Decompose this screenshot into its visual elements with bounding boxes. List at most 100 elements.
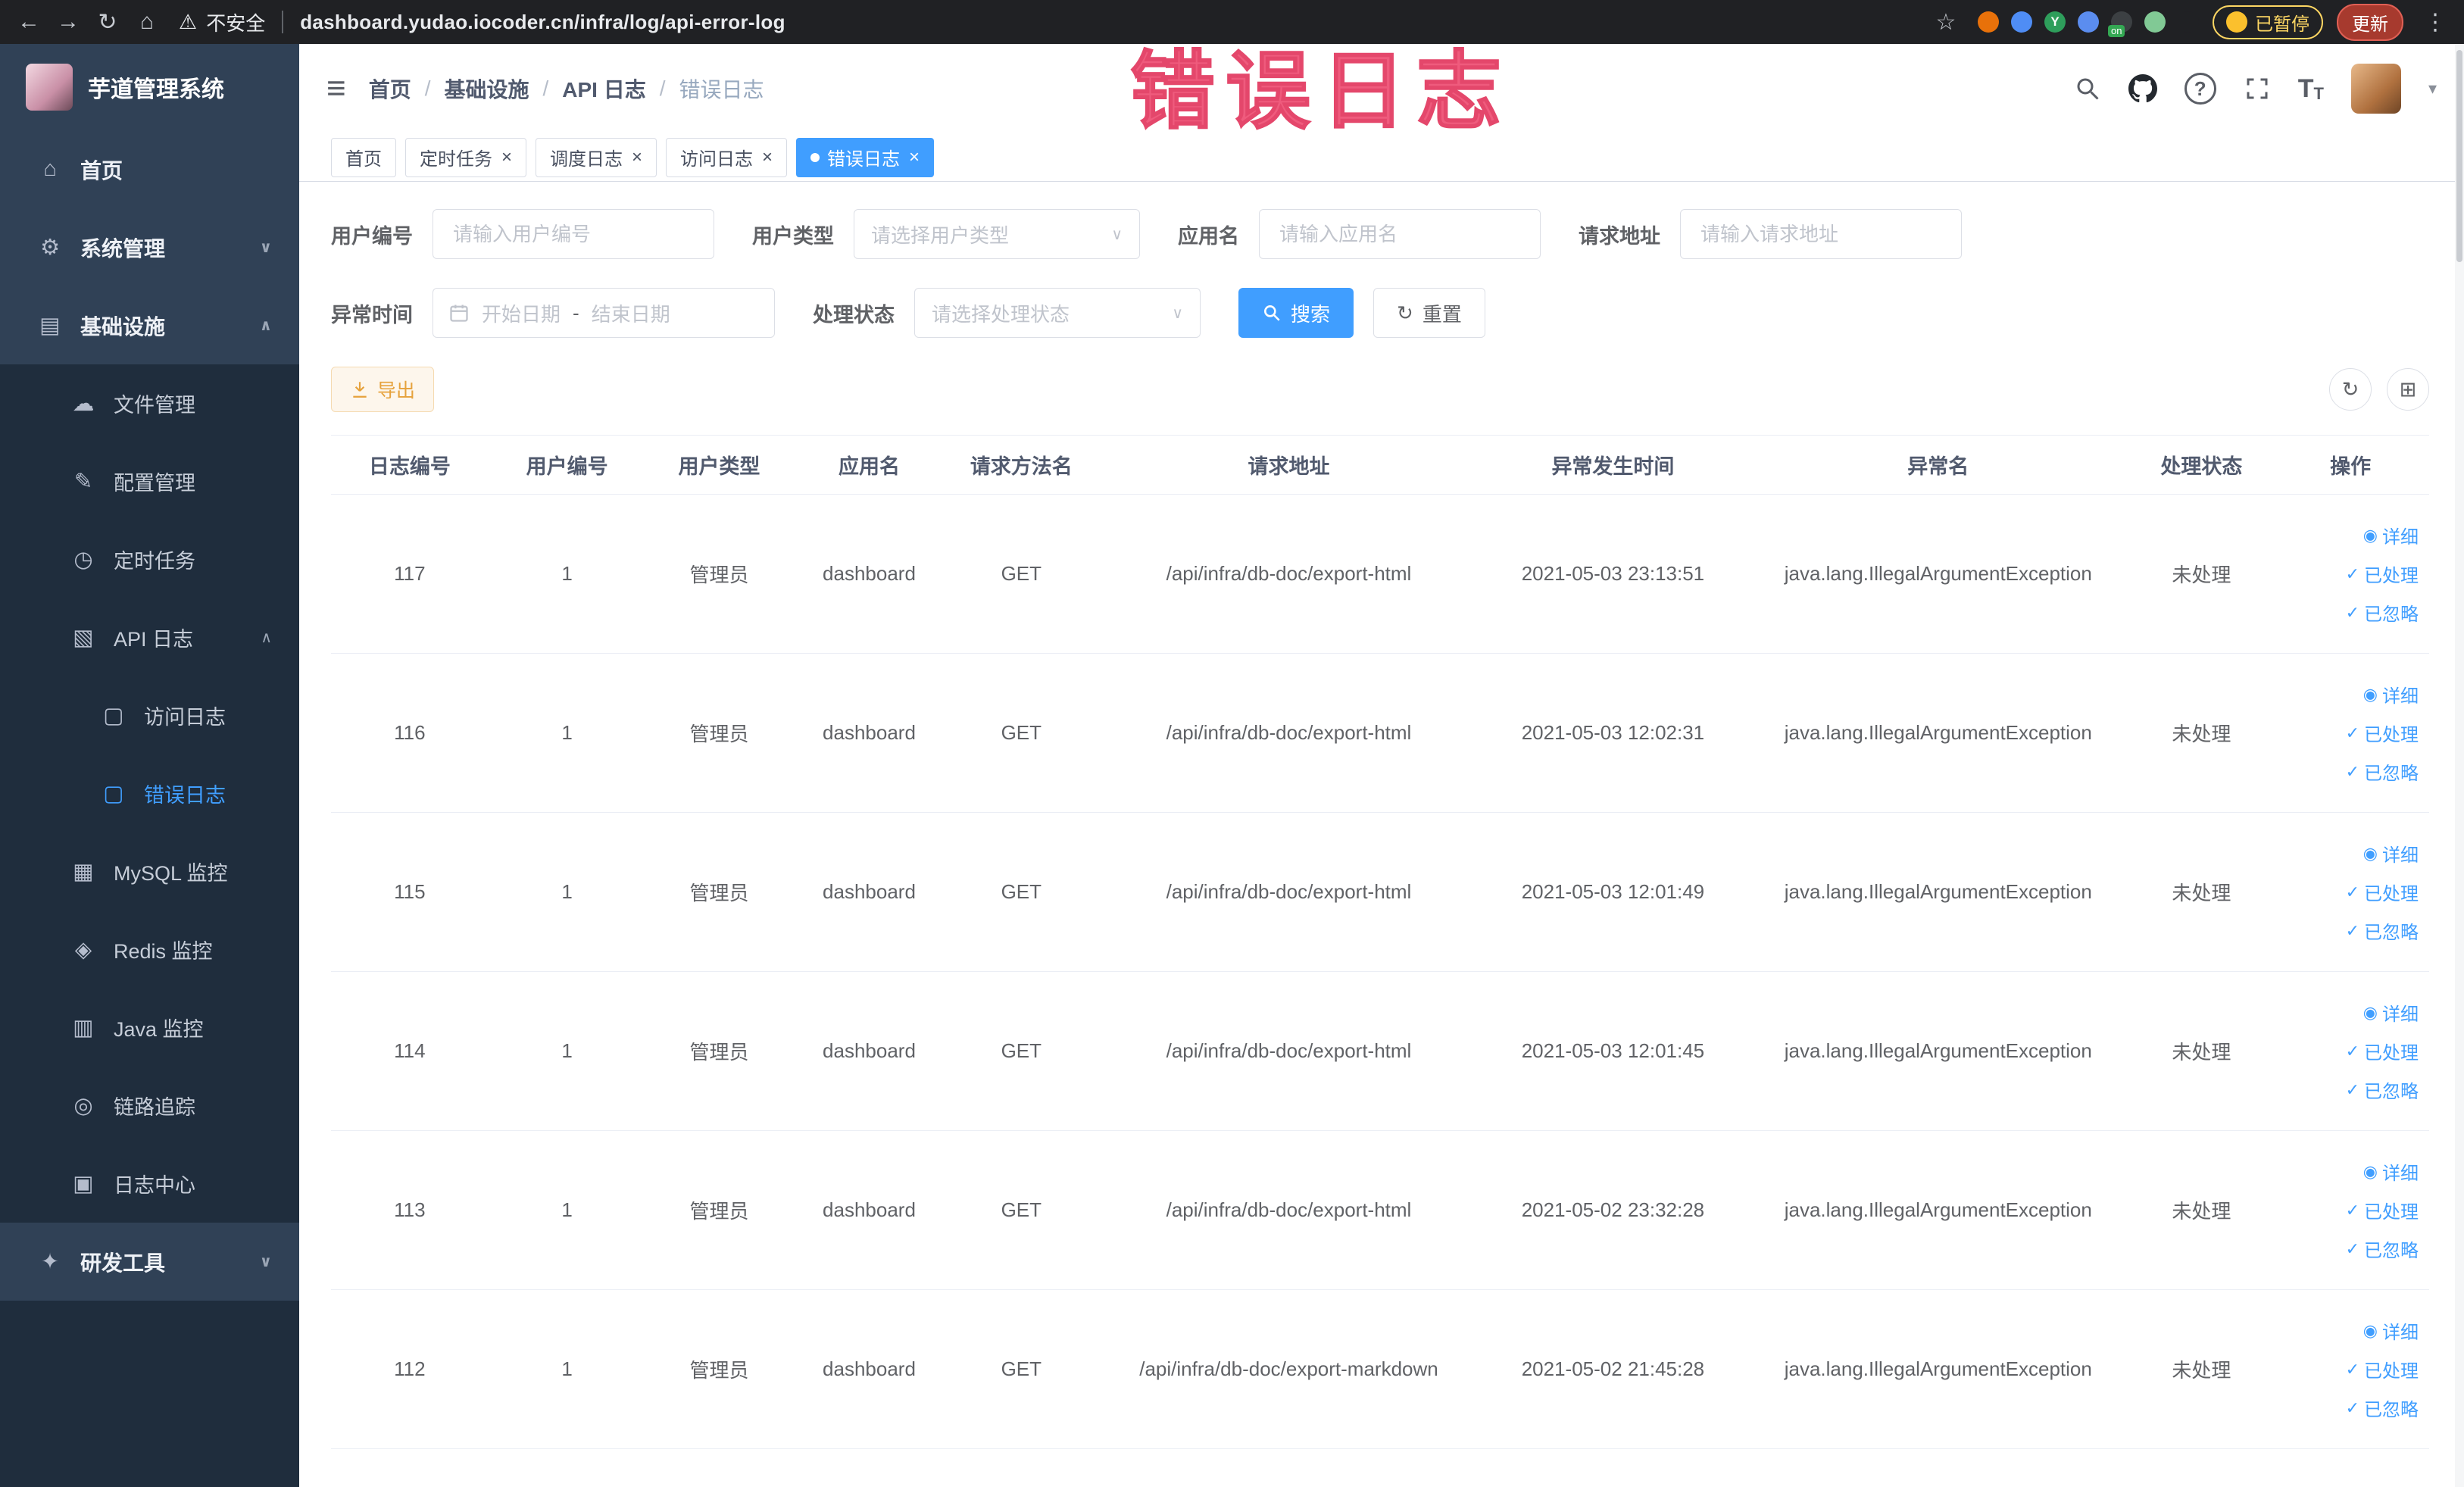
action-label: 详细: [2382, 1164, 2419, 1184]
detail-link[interactable]: ◉ 详细: [2363, 522, 2419, 548]
column-settings-button[interactable]: ⊞: [2387, 368, 2429, 411]
update-button[interactable]: 更新: [2337, 3, 2403, 41]
security-label[interactable]: 不安全: [206, 8, 265, 36]
caret-down-icon[interactable]: ▾: [2428, 79, 2437, 98]
hamburger-icon[interactable]: ≡: [326, 72, 346, 105]
breadcrumb-item[interactable]: API 日志: [562, 73, 645, 104]
sidebar-item-7[interactable]: ▢ 访问日志: [0, 676, 299, 754]
search-button[interactable]: 搜索: [1238, 288, 1354, 338]
processed-link[interactable]: ✓ 已处理: [2346, 1038, 2419, 1064]
sidebar-item-1[interactable]: ⚙ 系统管理 ∨: [0, 208, 299, 286]
ignored-link[interactable]: ✓ 已忽略: [2346, 1236, 2419, 1262]
sidebar-item-0[interactable]: ⌂ 首页: [0, 130, 299, 208]
browser-home-icon[interactable]: ⌂: [129, 4, 165, 40]
reset-button[interactable]: ↻ 重置: [1373, 288, 1485, 338]
infra-icon: ▤: [39, 314, 61, 338]
cell-user-id: 1: [488, 1289, 646, 1449]
processed-link[interactable]: ✓ 已处理: [2346, 720, 2419, 746]
cell-exception-name: java.lang.IllegalArgumentException: [1744, 1289, 2131, 1449]
view-tab-3[interactable]: 访问日志 ×: [666, 137, 788, 177]
sidebar-item-9[interactable]: ▦ MySQL 监控: [0, 833, 299, 911]
sidebar-item-13[interactable]: ▣ 日志中心: [0, 1145, 299, 1223]
back-icon[interactable]: ←: [11, 4, 47, 40]
extension-puzzle[interactable]: [2178, 11, 2199, 33]
close-icon[interactable]: ×: [762, 147, 773, 168]
sidebar-item-2[interactable]: ▤ 基础设施 ∧: [0, 286, 299, 364]
sidebar-item-12[interactable]: ◎ 链路追踪: [0, 1067, 299, 1145]
view-tab-0[interactable]: 首页: [331, 137, 396, 177]
cell-exception-name: java.lang.IllegalArgumentException: [1744, 653, 2131, 813]
process-status-select[interactable]: 请选择处理状态 ∨: [914, 288, 1201, 338]
extension-grid[interactable]: [2078, 11, 2099, 33]
close-icon[interactable]: ×: [909, 147, 920, 168]
user-id-input[interactable]: [433, 209, 714, 259]
search-icon[interactable]: [2074, 75, 2101, 102]
search-button-icon: [1262, 303, 1282, 323]
ignored-link[interactable]: ✓ 已忽略: [2346, 1076, 2419, 1103]
sidebar-menu: ⌂ 首页 ⚙ 系统管理 ∨ ▤ 基础设施 ∧ ☁ 文件管理 ✎ 配置管理 ◷ 定时任务 ▧ API 日志 ∧ ▢ 访…: [0, 130, 299, 1301]
app-name-input[interactable]: [1259, 209, 1541, 259]
bookmark-star-icon[interactable]: ☆: [1928, 4, 1964, 40]
view-tab-4[interactable]: 错误日志 ×: [796, 137, 935, 177]
help-icon[interactable]: ?: [2184, 73, 2216, 105]
font-size-icon[interactable]: TT: [2298, 74, 2324, 104]
extension-blue-drop[interactable]: [2011, 11, 2032, 33]
browser-menu-icon[interactable]: ⋮: [2417, 4, 2453, 40]
sidebar-item-11[interactable]: ▥ Java 监控: [0, 989, 299, 1067]
breadcrumb-item[interactable]: 基础设施: [444, 73, 529, 104]
sidebar-item-4[interactable]: ✎ 配置管理: [0, 442, 299, 520]
ignored-link[interactable]: ✓ 已忽略: [2346, 599, 2419, 626]
close-icon[interactable]: ×: [501, 147, 512, 168]
close-icon[interactable]: ×: [632, 147, 642, 168]
export-button[interactable]: 导出: [331, 367, 435, 412]
view-tab-1[interactable]: 定时任务 ×: [405, 137, 527, 177]
fullscreen-icon[interactable]: [2244, 75, 2271, 102]
cell-actions: ◉ 详细 ✓ 已处理 ✓ 已忽略: [2272, 653, 2429, 813]
breadcrumb-item[interactable]: 首页: [369, 73, 411, 104]
processed-link[interactable]: ✓ 已处理: [2346, 1197, 2419, 1223]
cell-app-name: dashboard: [792, 653, 946, 813]
cell-status: 未处理: [2131, 1130, 2272, 1290]
security-warning-icon[interactable]: ⚠: [179, 11, 197, 34]
detail-link[interactable]: ◉ 详细: [2363, 1317, 2419, 1344]
view-tab-2[interactable]: 调度日志 ×: [536, 137, 657, 177]
forward-icon[interactable]: →: [50, 4, 86, 40]
paused-badge[interactable]: 已暂停: [2213, 5, 2323, 39]
detail-link[interactable]: ◉ 详细: [2363, 999, 2419, 1026]
github-icon[interactable]: [2128, 74, 2157, 103]
detail-link[interactable]: ◉ 详细: [2363, 681, 2419, 708]
request-url-input[interactable]: [1680, 209, 1962, 259]
table-toolbar-right: ↻ ⊞: [2329, 368, 2429, 411]
sidebar-item-14[interactable]: ✦ 研发工具 ∨: [0, 1223, 299, 1301]
url-text[interactable]: dashboard.yudao.iocoder.cn/infra/log/api…: [300, 11, 785, 34]
sidebar-item-6[interactable]: ▧ API 日志 ∧: [0, 598, 299, 676]
extension-green-y[interactable]: Y: [2044, 11, 2066, 33]
processed-link[interactable]: ✓ 已处理: [2346, 561, 2419, 587]
cell-status: 未处理: [2131, 494, 2272, 654]
sidebar-item-10[interactable]: ◈ Redis 监控: [0, 911, 299, 989]
page-scrollbar[interactable]: [2455, 44, 2464, 1487]
ignored-link[interactable]: ✓ 已忽略: [2346, 1395, 2419, 1421]
logo[interactable]: 芋道管理系统: [0, 44, 299, 130]
sidebar-item-5[interactable]: ◷ 定时任务: [0, 520, 299, 598]
page-scrollbar-thumb[interactable]: [2456, 50, 2462, 262]
sidebar-item-3[interactable]: ☁ 文件管理: [0, 364, 299, 442]
detail-link[interactable]: ◉ 详细: [2363, 1158, 2419, 1185]
chevron-down-icon: ∨: [1111, 226, 1123, 243]
cell-request-url: /api/infra/db-doc/export-html: [1097, 971, 1481, 1131]
processed-link[interactable]: ✓ 已处理: [2346, 879, 2419, 905]
sidebar-item-8[interactable]: ▢ 错误日志: [0, 754, 299, 833]
refresh-button[interactable]: ↻: [2329, 368, 2372, 411]
extension-leaf[interactable]: [2144, 11, 2166, 33]
processed-link[interactable]: ✓ 已处理: [2346, 1356, 2419, 1382]
reload-icon[interactable]: ↻: [89, 4, 126, 40]
avatar[interactable]: [2350, 64, 2401, 114]
user-type-select[interactable]: 请选择用户类型 ∨: [854, 209, 1140, 259]
check-icon: ✓: [2345, 882, 2359, 901]
exception-time-range-picker[interactable]: 开始日期 - 结束日期: [433, 288, 775, 338]
ignored-link[interactable]: ✓ 已忽略: [2346, 758, 2419, 785]
detail-link[interactable]: ◉ 详细: [2363, 840, 2419, 867]
extension-dark[interactable]: on: [2108, 11, 2132, 37]
ignored-link[interactable]: ✓ 已忽略: [2346, 917, 2419, 944]
extension-orange[interactable]: [1978, 11, 1999, 33]
